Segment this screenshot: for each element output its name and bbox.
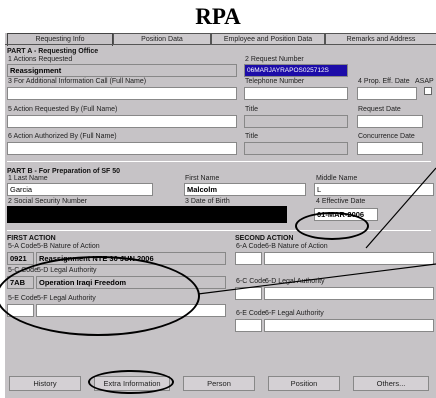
annotation-pointer-lines <box>197 167 436 295</box>
